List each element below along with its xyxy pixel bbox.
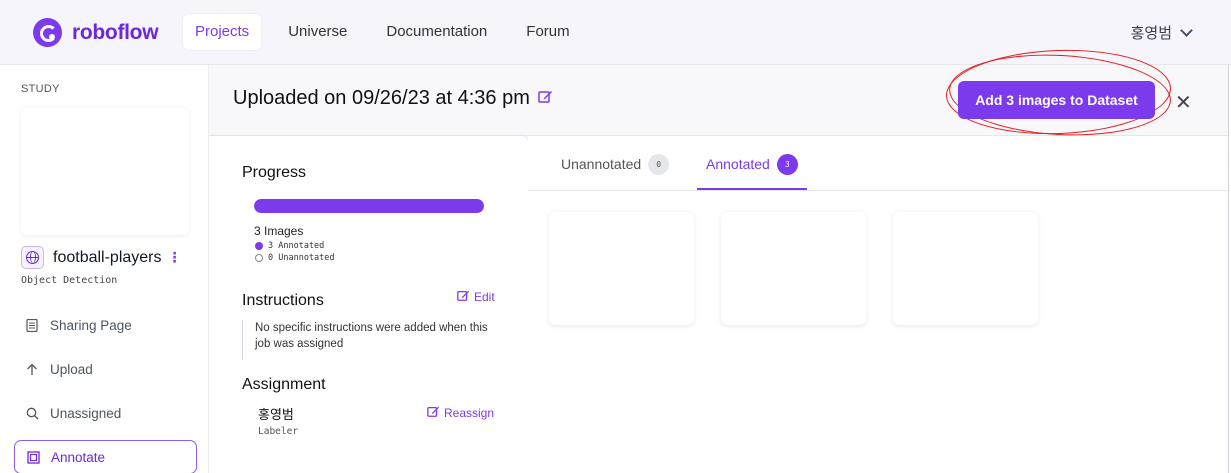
nav-forum[interactable]: Forum [514,14,581,50]
tab-label: Unannotated [561,156,642,172]
nav-projects[interactable]: Projects [183,14,262,50]
progress-bar [254,199,484,213]
instructions-heading: Instructions [242,292,324,309]
globe-icon [21,246,44,269]
top-navbar: roboflow Projects Universe Documentation… [0,0,1231,65]
tab-annotated[interactable]: Annotated 3 [697,154,807,190]
close-icon[interactable]: ✕ [1175,90,1192,115]
image-count: 3 Images [254,224,304,238]
sidebar-item-label: Sharing Page [50,317,132,333]
image-card[interactable] [549,212,694,325]
assignment-heading: Assignment [242,376,326,393]
project-thumbnail[interactable] [21,108,189,235]
project-name: football-players [53,248,162,266]
nav-documentation[interactable]: Documentation [374,14,499,50]
main-nav: Projects Universe Documentation Forum [183,14,597,50]
add-images-to-dataset-button[interactable]: Add 3 images to Dataset [958,81,1155,119]
annotation-tabs: Unannotated 0 Annotated 3 [528,136,1228,191]
job-title: Uploaded on 09/26/23 at 4:36 pm [233,87,530,109]
edit-instructions-button[interactable]: Edit [457,289,495,305]
document-icon [25,318,39,332]
chevron-down-icon [1180,23,1193,37]
annotate-icon [26,450,40,464]
job-header: Uploaded on 09/26/23 at 4:36 pm Add 3 im… [209,46,1228,141]
count-badge: 0 [648,154,670,175]
sidebar-item-label: Unassigned [50,405,122,421]
image-card[interactable] [721,212,866,325]
instructions-text: No specific instructions were added when… [242,320,492,360]
edit-icon [427,405,440,421]
workspace-label: STUDY [21,83,60,95]
sidebar-item-unassigned[interactable]: Unassigned [14,396,197,430]
roboflow-logo[interactable]: roboflow [33,18,159,47]
progress-bar-fill [254,199,484,213]
reassign-label: Reassign [444,406,495,420]
tab-unannotated[interactable]: Unannotated 0 [561,154,670,190]
sidebar-item-label: Upload [50,361,93,377]
progress-heading: Progress [242,164,307,181]
annotated-dot-icon [255,242,263,250]
arrow-up-icon [25,362,39,376]
job-info-panel: Progress 3 Images 3 Annotated 0 Unannota… [209,136,528,473]
edit-icon [457,289,470,305]
image-card[interactable] [893,212,1038,325]
roboflow-logo-icon [33,18,62,47]
sidebar: STUDY football-players ⋮ Object Detectio… [0,65,209,473]
search-icon [25,406,39,420]
count-badge: 3 [776,154,798,175]
user-menu[interactable]: 홍영범 [1130,22,1193,43]
user-name: 홍영범 [1130,25,1172,42]
nav-universe[interactable]: Universe [276,14,359,50]
kebab-menu-icon[interactable]: ⋮ [168,249,182,266]
sidebar-item-label: Annotate [51,449,106,465]
sidebar-item-annotate[interactable]: Annotate [14,440,197,473]
tab-label: Annotated [706,156,770,172]
assignee-name: 홍영범 [258,407,294,422]
legend-annotated: 3 Annotated [255,241,324,251]
unannotated-dot-icon [255,254,263,262]
reassign-button[interactable]: Reassign [427,405,494,421]
edit-icon[interactable] [538,89,553,108]
project-header: football-players ⋮ [21,246,182,269]
page-title: Uploaded on 09/26/23 at 4:36 pm [233,87,553,110]
project-type: Object Detection [21,275,118,286]
edit-label: Edit [474,290,495,304]
legend-unannotated: 0 Unannotated [255,253,335,263]
unannotated-count: 0 Unannotated [268,253,335,263]
sidebar-item-upload[interactable]: Upload [14,352,197,386]
brand-name: roboflow [72,20,159,44]
assignee-role: Labeler [258,426,299,437]
image-grid [528,191,1228,473]
sidebar-item-sharing-page[interactable]: Sharing Page [14,308,197,342]
annotated-count: 3 Annotated [268,241,325,251]
